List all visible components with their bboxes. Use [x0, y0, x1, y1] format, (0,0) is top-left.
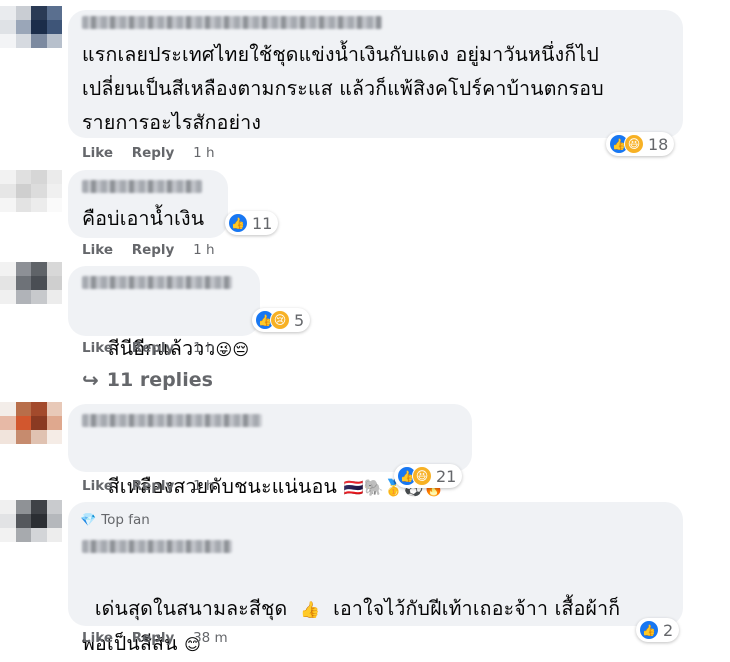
avatar[interactable] [0, 500, 62, 542]
avatar[interactable] [0, 6, 62, 48]
like-link[interactable]: Like [82, 242, 113, 258]
reply-link[interactable]: Reply [132, 630, 175, 646]
comment-text: คือบ่เอาน้ำเงิน [82, 207, 205, 230]
replies-label: 11 replies [106, 369, 213, 391]
comment-actions: Like Reply 1 h [82, 340, 229, 356]
like-link[interactable]: Like [82, 630, 113, 646]
haha-reaction-icon: 😆 [412, 466, 432, 486]
comment-actions: Like Reply 1 h [82, 478, 229, 494]
thumbs-up-emoji: 👍 [300, 600, 321, 619]
like-link[interactable]: Like [82, 340, 113, 356]
comment-bubble: คือบ่เอาน้ำเงิน [68, 170, 228, 238]
reaction-summary[interactable]: 👍 😢 5 [252, 308, 311, 332]
timestamp[interactable]: 1 h [193, 242, 214, 258]
comment-text: แรกเลยประเทศไทยใช้ชุดแข่งน้ำเงินกับแดง อ… [82, 43, 604, 134]
commenter-name[interactable] [82, 540, 232, 553]
timestamp[interactable]: 38 m [193, 630, 228, 646]
like-link[interactable]: Like [82, 478, 113, 494]
top-fan-badge[interactable]: 💎 Top fan [80, 512, 150, 528]
reaction-count: 2 [663, 620, 674, 640]
reply-link[interactable]: Reply [132, 145, 175, 161]
commenter-name[interactable] [82, 180, 202, 193]
reply-link[interactable]: Reply [132, 340, 175, 356]
reply-arrow-icon: ↪ [82, 368, 99, 392]
reply-link[interactable]: Reply [132, 478, 175, 494]
avatar[interactable] [0, 402, 62, 444]
avatar[interactable] [0, 262, 62, 304]
commenter-name[interactable] [82, 414, 262, 427]
reaction-count: 11 [252, 213, 273, 233]
reaction-summary[interactable]: 👍 😆 21 [394, 464, 463, 488]
reaction-summary[interactable]: 👍 11 [225, 211, 279, 235]
comment-actions: Like Reply 38 m [82, 630, 242, 646]
like-reaction-icon: 👍 [228, 213, 248, 233]
reaction-count: 18 [648, 134, 669, 154]
timestamp[interactable]: 1 h [193, 145, 214, 161]
comment-text-body: เด่นสุดในสนามละสีชุด [94, 597, 288, 620]
commenter-name[interactable] [82, 276, 232, 289]
reaction-count: 21 [436, 466, 457, 486]
comment-bubble: แรกเลยประเทศไทยใช้ชุดแข่งน้ำเงินกับแดง อ… [68, 10, 683, 138]
sad-reaction-icon: 😢 [270, 310, 290, 330]
reaction-summary[interactable]: 👍 2 [636, 618, 680, 642]
comment-actions: Like Reply 1 h [82, 242, 229, 258]
comment-actions: Like Reply 1 h [82, 145, 229, 161]
avatar[interactable] [0, 170, 62, 212]
reaction-summary[interactable]: 👍 😆 18 [606, 132, 675, 156]
reply-link[interactable]: Reply [132, 242, 175, 258]
haha-reaction-icon: 😆 [624, 134, 644, 154]
timestamp[interactable]: 1 h [193, 340, 214, 356]
diamond-icon: 💎 [80, 512, 97, 528]
view-replies-link[interactable]: ↪ 11 replies [82, 368, 213, 392]
like-reaction-icon: 👍 [639, 620, 659, 640]
like-link[interactable]: Like [82, 145, 113, 161]
timestamp[interactable]: 1 h [193, 478, 214, 494]
comment-bubble: สีนีอีกแล้ววว😜😔 [68, 266, 260, 360]
reaction-count: 5 [294, 310, 305, 330]
comment-text: เด่นสุดในสนามละสีชุด 👍 เอาใจไว้กับฝีเท้า… [82, 558, 672, 662]
badge-label: Top fan [101, 512, 150, 528]
commenter-name[interactable] [82, 16, 382, 29]
comment-bubble: สีเหลืองสวยคับชนะแน่นอน 🇹🇭🐘🥇⚽🔥 [68, 404, 472, 498]
